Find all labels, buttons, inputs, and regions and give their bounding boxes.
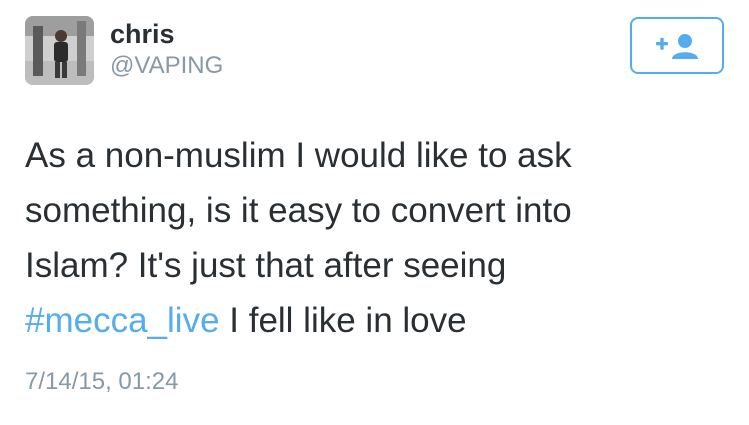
user-handle[interactable]: @VAPING [110, 52, 223, 80]
tweet-timestamp[interactable]: 7/14/15, 01:24 [25, 367, 178, 397]
add-user-icon [656, 33, 698, 59]
tweet-text-line: Islam? It's just that after seeing [25, 246, 507, 285]
follow-button[interactable] [630, 17, 724, 74]
avatar-image [25, 16, 94, 85]
display-name[interactable]: chris [110, 18, 175, 50]
hashtag-link[interactable]: #mecca_live [25, 301, 220, 340]
tweet-text-line: As a non-muslim I would like to ask [25, 136, 572, 175]
tweet-text-line: something, is it easy to convert into [25, 191, 572, 230]
avatar[interactable] [25, 16, 94, 85]
tweet-text-line: I fell like in love [219, 301, 467, 340]
tweet-text: As a non-muslim I would like to ask somet… [25, 128, 725, 348]
